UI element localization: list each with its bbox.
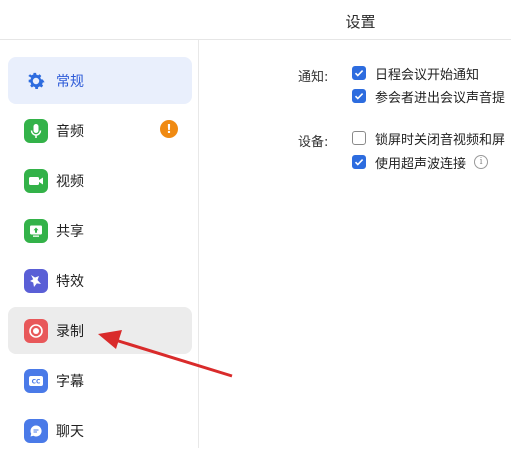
sidebar-item-audio[interactable]: 音频 !: [8, 107, 192, 154]
cc-icon: CC: [24, 369, 48, 393]
notify-join-leave-sound-checkbox[interactable]: 参会者进出会议声音提: [352, 86, 505, 106]
ultrasonic-connect-checkbox[interactable]: 使用超声波连接 i: [352, 152, 489, 172]
settings-content: 通知: 日程会议开始通知 参会者进出会议声音提 设备: 锁屏时关闭音视频和屏 使…: [200, 40, 511, 448]
sidebar-item-label: 特效: [56, 274, 84, 290]
option-label: 锁屏时关闭音视频和屏: [375, 132, 506, 148]
sparkle-icon: [24, 269, 48, 293]
sidebar: 常规 音频 ! 视频 共享 特效 录制 CC 字幕 聊天: [0, 40, 199, 448]
sidebar-item-label: 录制: [56, 324, 84, 340]
sidebar-item-general[interactable]: 常规: [8, 57, 192, 104]
option-label: 使用超声波连接: [375, 156, 467, 172]
record-icon: [24, 319, 48, 343]
sidebar-item-label: 常规: [56, 74, 84, 90]
option-label: 参会者进出会议声音提: [375, 90, 506, 106]
sidebar-item-chat[interactable]: 聊天: [8, 407, 192, 454]
warning-badge: !: [160, 120, 178, 138]
sidebar-item-video[interactable]: 视频: [8, 157, 192, 204]
checkbox-checked[interactable]: [352, 89, 366, 103]
title-bar: 设置: [0, 0, 511, 40]
chat-icon: [24, 419, 48, 443]
share-screen-icon: [24, 219, 48, 243]
checkbox-unchecked[interactable]: [352, 131, 366, 145]
sidebar-item-label: 字幕: [56, 374, 84, 390]
sidebar-item-recording[interactable]: 录制: [8, 307, 192, 354]
option-label: 日程会议开始通知: [375, 67, 480, 83]
sidebar-item-label: 共享: [56, 224, 84, 240]
window-title: 设置: [345, 13, 376, 31]
sidebar-item-effects[interactable]: 特效: [8, 257, 192, 304]
sidebar-item-label: 音频: [56, 124, 84, 140]
info-icon[interactable]: i: [474, 155, 489, 169]
sidebar-item-label: 聊天: [56, 424, 84, 440]
gear-icon: [24, 69, 48, 93]
notify-meeting-start-checkbox[interactable]: 日程会议开始通知: [352, 63, 479, 83]
notify-label: 通知:: [298, 70, 329, 85]
checkbox-checked[interactable]: [352, 155, 366, 169]
sidebar-item-captions[interactable]: CC 字幕: [8, 357, 192, 404]
lock-screen-off-av-checkbox[interactable]: 锁屏时关闭音视频和屏: [352, 128, 505, 148]
checkbox-checked[interactable]: [352, 66, 366, 80]
device-label: 设备:: [298, 135, 329, 150]
sidebar-item-share[interactable]: 共享: [8, 207, 192, 254]
video-camera-icon: [24, 169, 48, 193]
microphone-icon: [24, 119, 48, 143]
svg-text:CC: CC: [32, 379, 41, 386]
sidebar-item-label: 视频: [56, 174, 84, 190]
